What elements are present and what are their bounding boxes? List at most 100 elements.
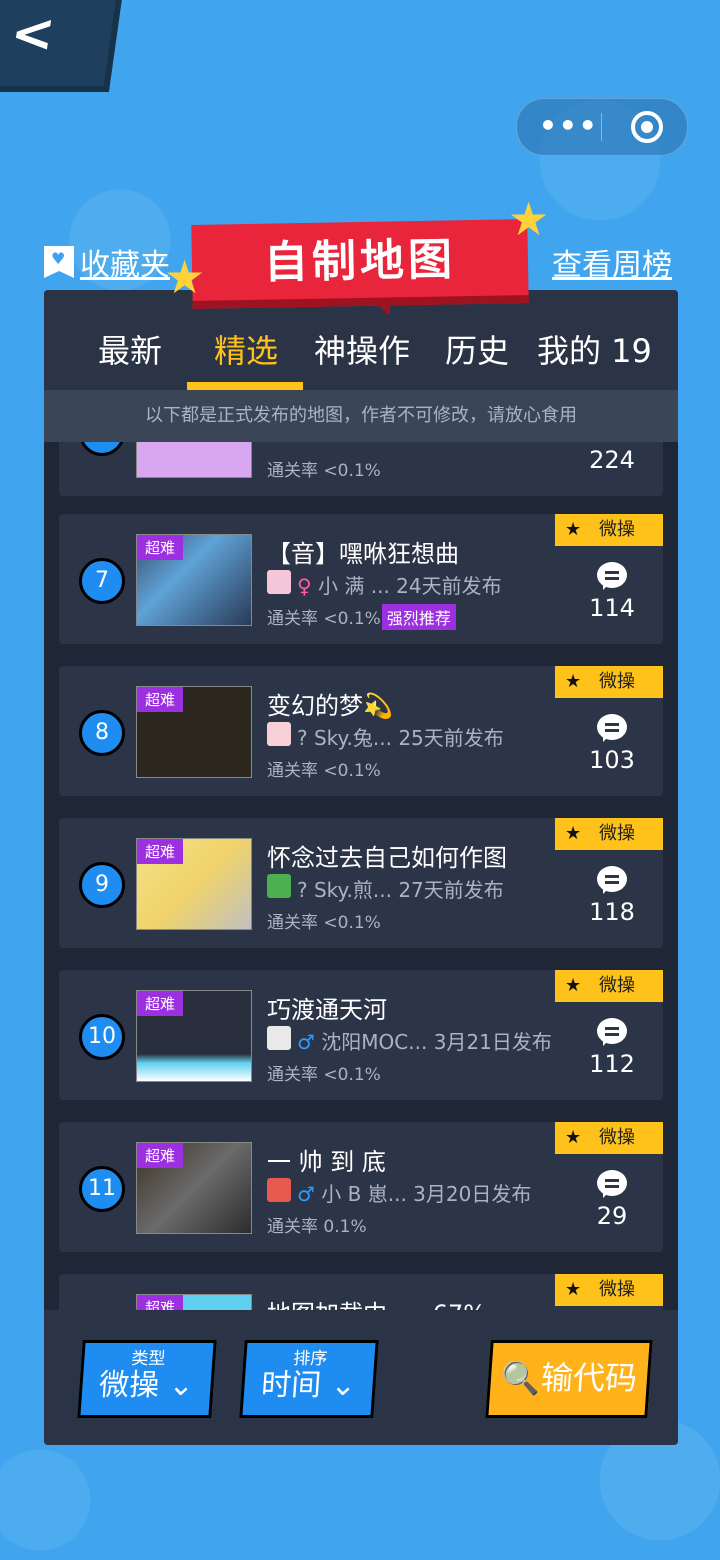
tab-skill[interactable]: 神操作 (314, 326, 410, 372)
tab-mine[interactable]: 我的 19 (537, 326, 652, 372)
weekly-ranking-link[interactable]: 查看周榜 (552, 240, 672, 284)
map-thumbnail: 超难 (136, 1294, 252, 1310)
category-badge: ★ 微操 (555, 1274, 663, 1306)
rank-badge: 7 (79, 558, 125, 604)
author-avatar (267, 874, 291, 898)
gender-male-icon: ♂ (297, 1030, 315, 1054)
category-label: 微操 (599, 519, 635, 540)
category-badge: ★ 微操 (555, 818, 663, 850)
map-title: 怀念过去自己如何作图 (267, 844, 507, 872)
chevron-down-icon: ⌄ (319, 1368, 358, 1403)
map-card[interactable]: 10 超难 巧渡通天河 ♂ 沈阳MOC... 3月21日发布 通关率 <0.1%… (59, 970, 663, 1100)
map-card-loading[interactable]: 超难 地图加载中......67% ★ 微操 (59, 1274, 663, 1310)
tab-latest[interactable]: 最新 (98, 326, 162, 372)
tab-active-indicator (187, 382, 303, 390)
type-filter-button[interactable]: 类型 微操 ⌄ (77, 1340, 217, 1418)
close-target-icon[interactable] (631, 111, 663, 143)
favorites-label: 收藏夹 (80, 248, 170, 283)
publish-time: 24天前发布 (396, 574, 502, 598)
page-title-banner: 自制地图 (191, 219, 529, 309)
publish-time: 25天前发布 (398, 726, 504, 750)
clear-rate: 通关率 <0.1% (267, 609, 381, 629)
difficulty-tag: 超难 (137, 839, 184, 864)
enter-code-label: 输代码 (539, 1359, 639, 1397)
gender-unknown-icon: ? (297, 726, 308, 750)
author-info: ? Sky.煎... 27天前发布 (297, 874, 504, 903)
map-card[interactable]: 通关率 <0.1% 224 (59, 442, 663, 496)
bookmark-heart-icon: ♥ (44, 246, 74, 278)
tab-featured[interactable]: 精选 (214, 326, 278, 372)
star-decoration-icon: ★ (508, 192, 550, 246)
difficulty-tag: 超难 (137, 991, 184, 1016)
category-badge: ★ 微操 (555, 666, 663, 698)
clear-rate: 通关率 <0.1% (267, 461, 381, 481)
rank-badge: 10 (79, 1014, 125, 1060)
clear-rate-row: 通关率 <0.1% 强烈推荐 (267, 604, 456, 630)
category-badge: ★ 微操 (555, 1122, 663, 1154)
enter-code-button[interactable]: 🔍输代码 (485, 1340, 653, 1418)
publish-time: 3月21日发布 (433, 1030, 552, 1054)
rank-badge (79, 442, 125, 456)
author-name: Sky.煎... (313, 878, 392, 902)
map-card[interactable]: 8 超难 变幻的梦💫 ? Sky.兔... 25天前发布 通关率 <0.1% ★… (59, 666, 663, 796)
map-thumbnail (136, 442, 252, 478)
rank-badge: 8 (79, 710, 125, 756)
comment-icon (597, 866, 627, 894)
tab-history[interactable]: 历史 (445, 326, 509, 372)
category-label: 微操 (599, 975, 635, 996)
difficulty-tag: 超难 (137, 1143, 184, 1168)
star-icon: ★ (565, 519, 582, 540)
category-badge: ★ 微操 (555, 514, 663, 546)
sort-filter-caption: 排序 (292, 1349, 329, 1369)
author-avatar (267, 1178, 291, 1202)
author-info: ? Sky.兔... 25天前发布 (297, 722, 504, 751)
comment-count: 224 (589, 446, 635, 474)
difficulty-tag: 超难 (137, 687, 184, 712)
sort-filter-button[interactable]: 排序 时间 ⌄ (239, 1340, 379, 1418)
comment-icon (597, 714, 627, 742)
search-icon: 🔍 (499, 1359, 543, 1397)
star-icon: ★ (565, 975, 582, 996)
map-title: 变幻的梦💫 (267, 692, 393, 720)
clear-rate: 通关率 <0.1% (267, 761, 381, 781)
author-avatar (267, 570, 291, 594)
type-filter-caption: 类型 (130, 1349, 167, 1369)
map-panel: 最新 精选 神操作 历史 我的 19 以下都是正式发布的地图，作者不可修改，请放… (44, 290, 678, 1445)
map-card[interactable]: 9 超难 怀念过去自己如何作图 ? Sky.煎... 27天前发布 通关率 <0… (59, 818, 663, 948)
star-icon: ★ (565, 823, 582, 844)
author-avatar (267, 722, 291, 746)
type-filter-value: 微操 (97, 1368, 161, 1403)
more-icon[interactable]: ••• (539, 109, 599, 142)
back-button[interactable]: < (0, 0, 124, 92)
map-title: 一 帅 到 底 (267, 1148, 386, 1176)
notice-text: 以下都是正式发布的地图，作者不可修改，请放心食用 (44, 390, 678, 442)
author-avatar (267, 1026, 291, 1050)
banner-tail (372, 300, 390, 316)
map-thumbnail: 超难 (136, 534, 252, 626)
comment-count: 103 (589, 746, 635, 774)
author-info: ♀ 小 满 ... 24天前发布 (297, 570, 502, 599)
map-card[interactable]: 7 超难 【音】嘿咻狂想曲 ♀ 小 满 ... 24天前发布 通关率 <0.1%… (59, 514, 663, 644)
publish-time: 3月20日发布 (413, 1182, 532, 1206)
star-decoration-icon: ★ (164, 250, 206, 304)
map-thumbnail: 超难 (136, 838, 252, 930)
sort-filter-value: 时间 (259, 1368, 323, 1403)
map-list[interactable]: 通关率 <0.1% 224 7 超难 【音】嘿咻狂想曲 ♀ 小 满 ... 24… (44, 442, 678, 1310)
favorites-link[interactable]: ♥ 收藏夹 (44, 240, 170, 284)
map-card[interactable]: 11 超难 一 帅 到 底 ♂ 小 B 崽... 3月20日发布 通关率 0.1… (59, 1122, 663, 1252)
category-label: 微操 (599, 823, 635, 844)
author-name: 沈阳MOC... (321, 1030, 428, 1054)
star-icon: ★ (565, 671, 582, 692)
category-label: 微操 (599, 1127, 635, 1148)
clear-rate: 通关率 <0.1% (267, 1065, 381, 1085)
gender-unknown-icon: ? (297, 878, 308, 902)
map-thumbnail: 超难 (136, 686, 252, 778)
loading-text: 地图加载中......67% (267, 1294, 486, 1310)
author-info: ♂ 沈阳MOC... 3月21日发布 (297, 1026, 552, 1055)
gender-male-icon: ♂ (297, 1182, 315, 1206)
comment-count: 118 (589, 898, 635, 926)
star-icon: ★ (565, 1279, 582, 1300)
difficulty-tag: 超难 (137, 535, 184, 560)
star-icon: ★ (565, 1127, 582, 1148)
chevron-down-icon: ⌄ (157, 1368, 196, 1403)
